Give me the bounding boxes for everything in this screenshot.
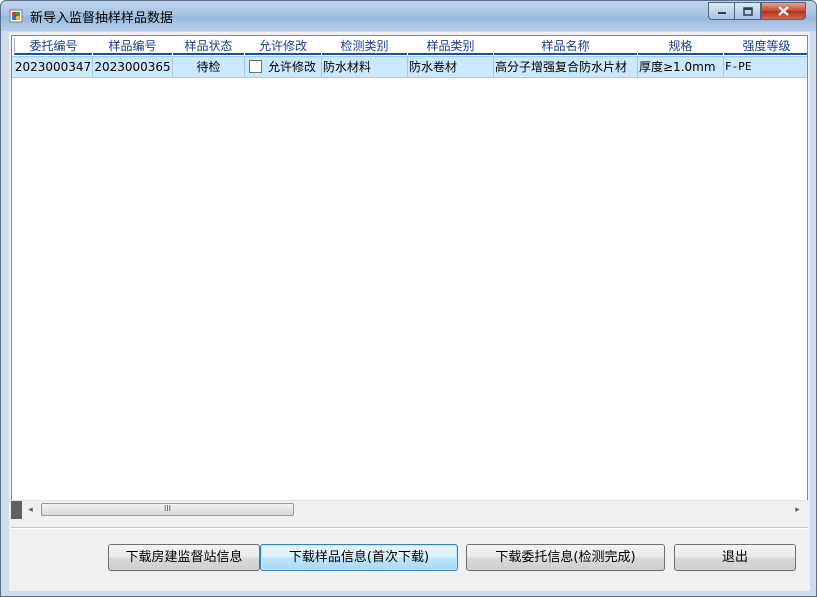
maximize-button[interactable] xyxy=(734,2,761,20)
close-button[interactable] xyxy=(761,2,806,20)
cell-yxxg[interactable]: 允许修改 xyxy=(245,57,322,77)
minimize-button[interactable] xyxy=(708,2,735,20)
sample-data-grid[interactable]: 委托编号 样品编号 样品状态 允许修改 检测类别 样品类别 样品名称 规格 强度… xyxy=(11,35,808,519)
divider xyxy=(11,527,808,529)
window-title: 新导入监督抽样样品数据 xyxy=(30,11,174,26)
cell-ypbh[interactable]: 2023000365 xyxy=(93,57,173,77)
minimize-icon xyxy=(717,12,726,14)
main-window: 新导入监督抽样样品数据 委托编号 样品编号 样品状态 允许修改 检测类别 样品类… xyxy=(0,0,817,597)
cell-ypzt[interactable]: 待检 xyxy=(173,57,245,77)
client-area: 委托编号 样品编号 样品状态 允许修改 检测类别 样品类别 样品名称 规格 强度… xyxy=(9,32,810,591)
grid-header: 委托编号 样品编号 样品状态 允许修改 检测类别 样品类别 样品名称 规格 强度… xyxy=(12,36,807,55)
column-header-yplb[interactable]: 样品类别 xyxy=(408,38,493,55)
allow-edit-label: 允许修改 xyxy=(268,60,317,74)
column-header-ypmc[interactable]: 样品名称 xyxy=(494,38,637,55)
cell-ypmc[interactable]: 高分子增强复合防水片材 xyxy=(494,57,638,77)
cell-gg[interactable]: 厚度≥1.0mm xyxy=(638,57,724,77)
close-icon xyxy=(778,6,789,16)
column-header-yxxg[interactable]: 允许修改 xyxy=(245,38,321,55)
scrollbar-thumb[interactable]: III xyxy=(41,503,294,516)
cell-jclb[interactable]: 防水材料 xyxy=(322,57,408,77)
cell-wtbh[interactable]: 2023000347 xyxy=(14,57,93,77)
column-header-wtbh[interactable]: 委托编号 xyxy=(14,38,92,55)
thumb-grip-icon: III xyxy=(163,504,172,513)
column-header-ypzt[interactable]: 样品状态 xyxy=(173,38,244,55)
horizontal-scrollbar[interactable]: ◂ III ▸ xyxy=(11,500,808,519)
scroll-right-arrow-icon[interactable]: ▸ xyxy=(789,501,806,519)
scroll-left-arrow-icon[interactable]: ◂ xyxy=(22,501,39,519)
table-row[interactable]: 2023000347 2023000365 待检 允许修改 防水材料 防水卷材 … xyxy=(12,56,807,78)
row-header-marker xyxy=(11,501,22,519)
download-commission-button[interactable]: 下载委托信息(检测完成) xyxy=(466,544,665,571)
download-sample-button[interactable]: 下载样品信息(首次下载) xyxy=(260,544,458,571)
cell-yplb[interactable]: 防水卷材 xyxy=(408,57,494,77)
exit-button[interactable]: 退出 xyxy=(674,544,796,571)
column-header-ypbh[interactable]: 样品编号 xyxy=(93,38,172,55)
app-icon xyxy=(9,9,23,23)
download-station-button[interactable]: 下载房建监督站信息 xyxy=(108,544,260,571)
title-bar[interactable]: 新导入监督抽样样品数据 xyxy=(1,1,816,31)
column-header-qddj[interactable]: 强度等级 xyxy=(724,38,807,55)
column-header-jclb[interactable]: 检测类别 xyxy=(322,38,407,55)
allow-edit-checkbox[interactable] xyxy=(249,60,262,73)
cell-qddj[interactable]: F-PE xyxy=(724,57,807,77)
column-header-gg[interactable]: 规格 xyxy=(638,38,723,55)
maximize-icon xyxy=(742,6,753,16)
